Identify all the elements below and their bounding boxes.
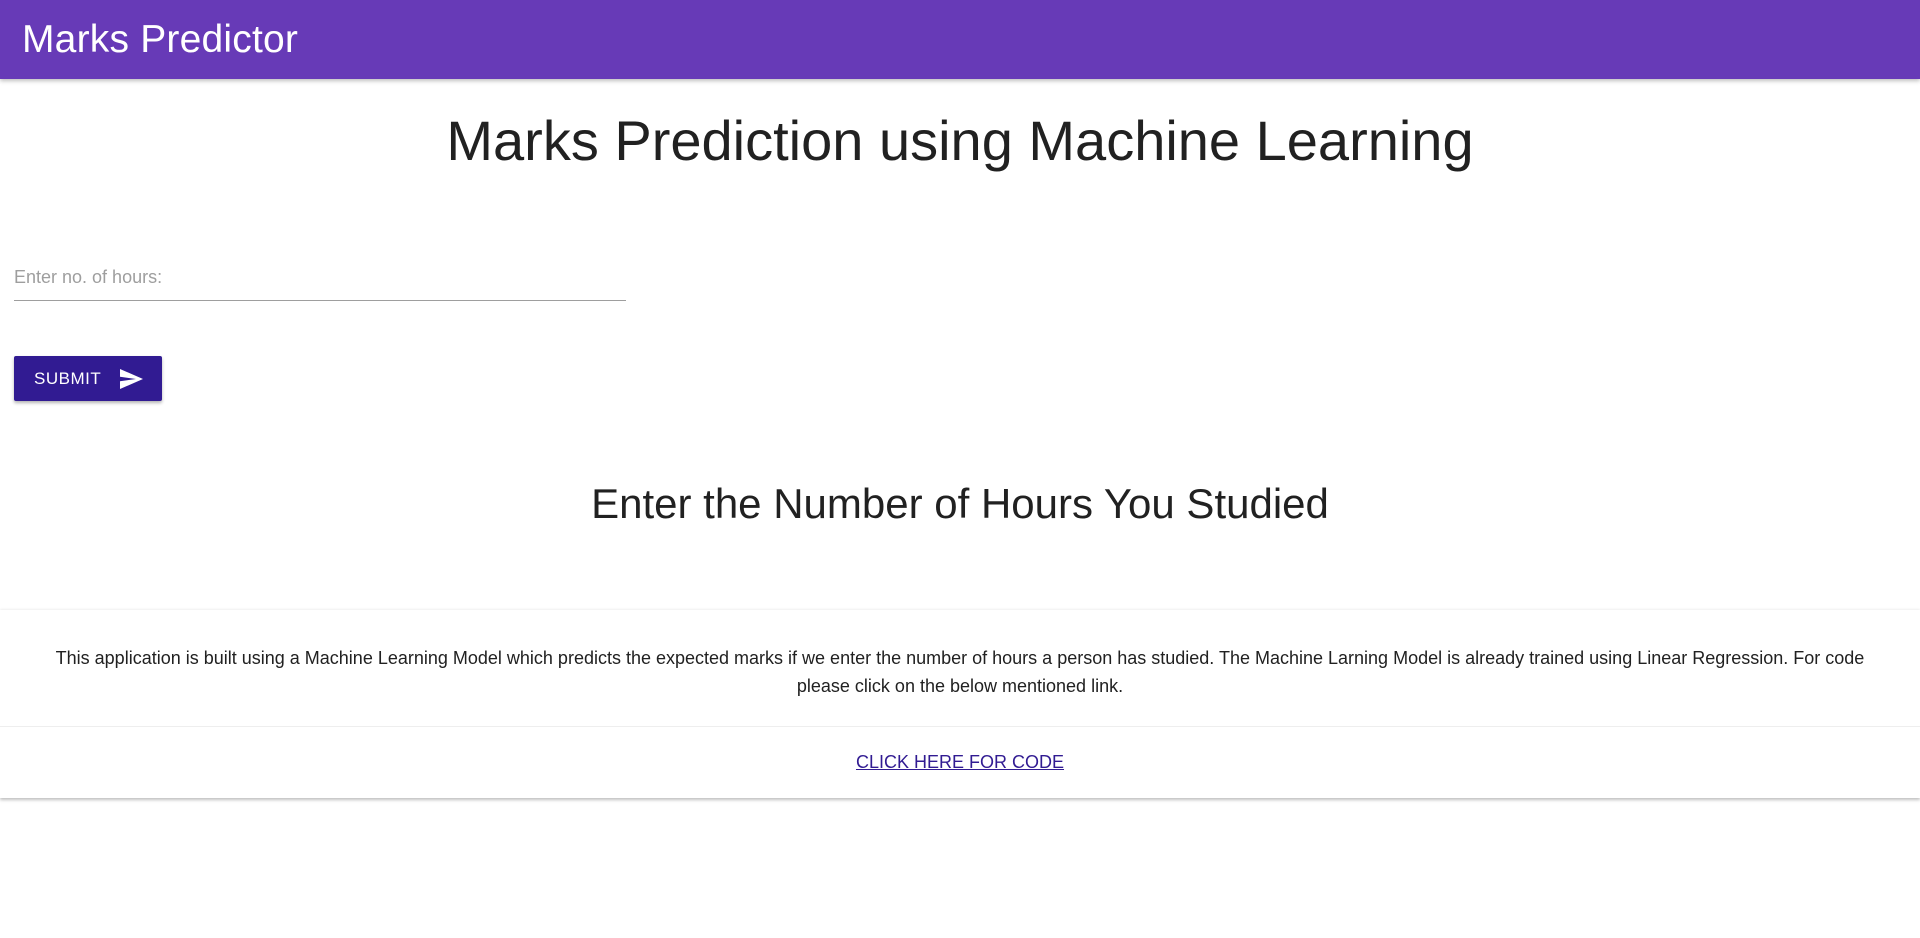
info-description: This application is built using a Machin… bbox=[0, 610, 1920, 727]
page-title: Marks Prediction using Machine Learning bbox=[446, 109, 1474, 172]
submit-button-label: SUBMIT bbox=[34, 368, 102, 388]
top-navbar: Marks Predictor bbox=[0, 0, 1920, 79]
submit-button[interactable]: SUBMIT bbox=[14, 356, 162, 401]
hours-input[interactable] bbox=[14, 255, 626, 301]
info-card: This application is built using a Machin… bbox=[0, 610, 1920, 798]
send-icon bbox=[119, 368, 144, 389]
hours-field bbox=[14, 255, 626, 301]
brand-logo-link[interactable]: Marks Predictor bbox=[22, 18, 298, 62]
prediction-result: Enter the Number of Hours You Studied bbox=[591, 480, 1329, 527]
code-link[interactable]: CLICK HERE FOR CODE bbox=[856, 752, 1064, 773]
info-card-action: CLICK HERE FOR CODE bbox=[0, 727, 1920, 798]
